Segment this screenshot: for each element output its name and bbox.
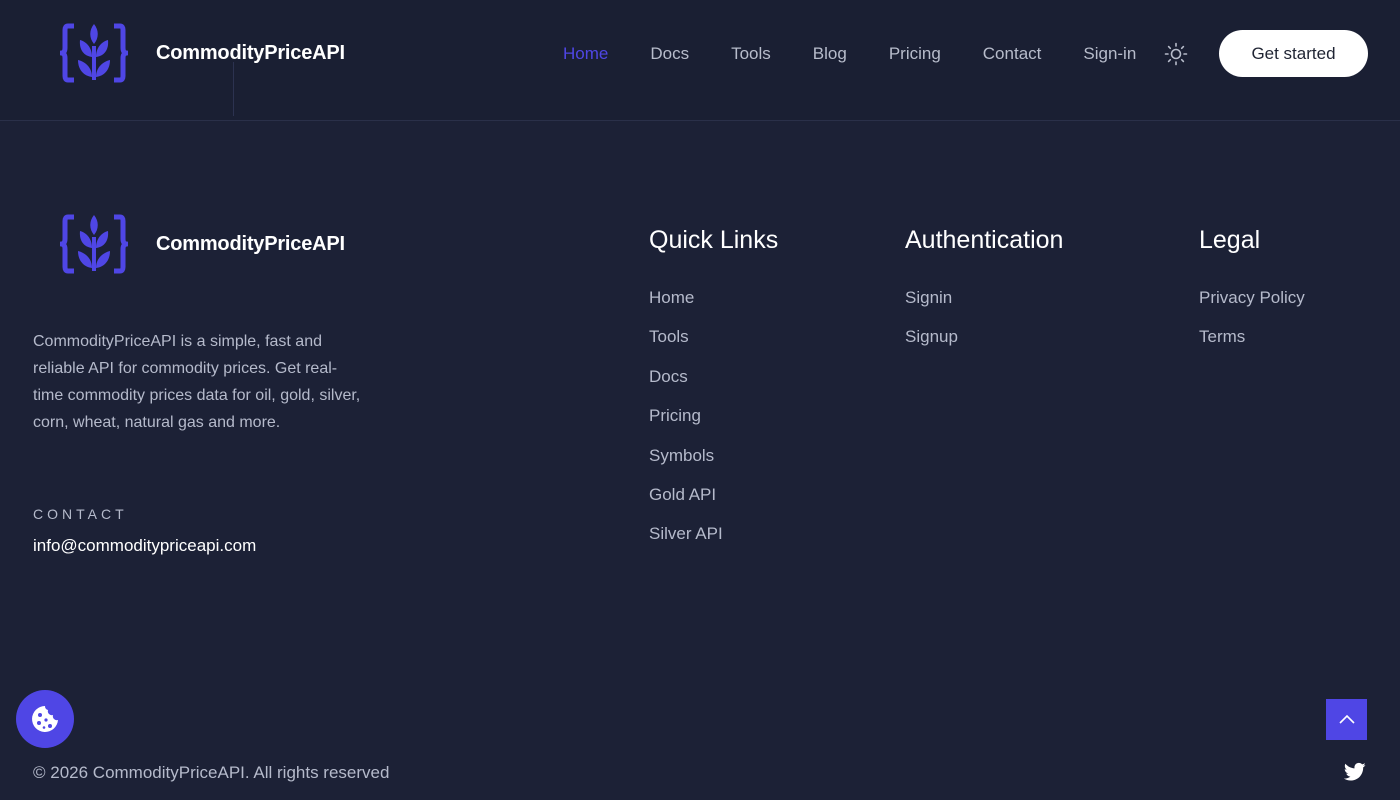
authentication-heading: Authentication	[905, 226, 1064, 254]
legal-column: Legal Privacy Policy Terms	[1199, 226, 1305, 367]
cookie-settings-button[interactable]	[16, 690, 74, 748]
footer-description: CommodityPriceAPI is a simple, fast and …	[33, 333, 361, 431]
main-nav: Home Docs Tools Blog Pricing Contact Sig…	[563, 0, 1154, 108]
footer-logo[interactable]: CommodityPriceAPI	[60, 213, 345, 275]
sun-icon[interactable]	[1164, 42, 1188, 66]
footer-link-privacy-policy[interactable]: Privacy Policy	[1199, 288, 1305, 307]
quick-links-column: Quick Links Home Tools Docs Pricing Symb…	[649, 226, 778, 564]
footer-link-docs[interactable]: Docs	[649, 367, 688, 386]
contact-label: CONTACT	[33, 506, 128, 522]
chevron-up-icon	[1338, 714, 1355, 724]
brand-logo-icon	[60, 214, 128, 274]
brand-logo-icon	[60, 23, 128, 83]
quick-links-heading: Quick Links	[649, 226, 779, 254]
nav-docs[interactable]: Docs	[650, 44, 689, 64]
scroll-to-top-button[interactable]	[1326, 699, 1367, 740]
nav-contact[interactable]: Contact	[983, 44, 1042, 64]
footer-link-terms[interactable]: Terms	[1199, 327, 1245, 346]
nav-home[interactable]: Home	[563, 44, 608, 64]
get-started-button[interactable]: Get started	[1219, 30, 1368, 77]
nav-tools[interactable]: Tools	[731, 44, 771, 64]
twitter-icon[interactable]	[1343, 762, 1366, 782]
nav-blog[interactable]: Blog	[813, 44, 847, 64]
footer-link-tools[interactable]: Tools	[649, 327, 689, 346]
footer-link-signin[interactable]: Signin	[905, 288, 952, 307]
cookie-icon	[32, 706, 58, 732]
authentication-column: Authentication Signin Signup	[905, 226, 1063, 367]
site-header: CommodityPriceAPI Home Docs Tools Blog P…	[0, 0, 1400, 121]
brand-name: CommodityPriceAPI	[156, 41, 345, 64]
footer-link-pricing[interactable]: Pricing	[649, 406, 701, 425]
header-divider	[233, 62, 234, 116]
footer-link-home[interactable]: Home	[649, 288, 694, 307]
footer-link-gold-api[interactable]: Gold API	[649, 485, 716, 504]
nav-sign-in[interactable]: Sign-in	[1083, 44, 1136, 64]
legal-heading: Legal	[1199, 226, 1261, 254]
footer-link-signup[interactable]: Signup	[905, 327, 958, 346]
contact-email-link[interactable]: info@commoditypriceapi.com	[33, 536, 256, 556]
nav-pricing[interactable]: Pricing	[889, 44, 941, 64]
footer-brand-name: CommodityPriceAPI	[156, 232, 345, 255]
footer-link-silver-api[interactable]: Silver API	[649, 524, 723, 543]
header-logo[interactable]: CommodityPriceAPI	[60, 22, 345, 84]
copyright-text: © 2026 CommodityPriceAPI. All rights res…	[33, 763, 390, 782]
footer-link-symbols[interactable]: Symbols	[649, 446, 714, 465]
